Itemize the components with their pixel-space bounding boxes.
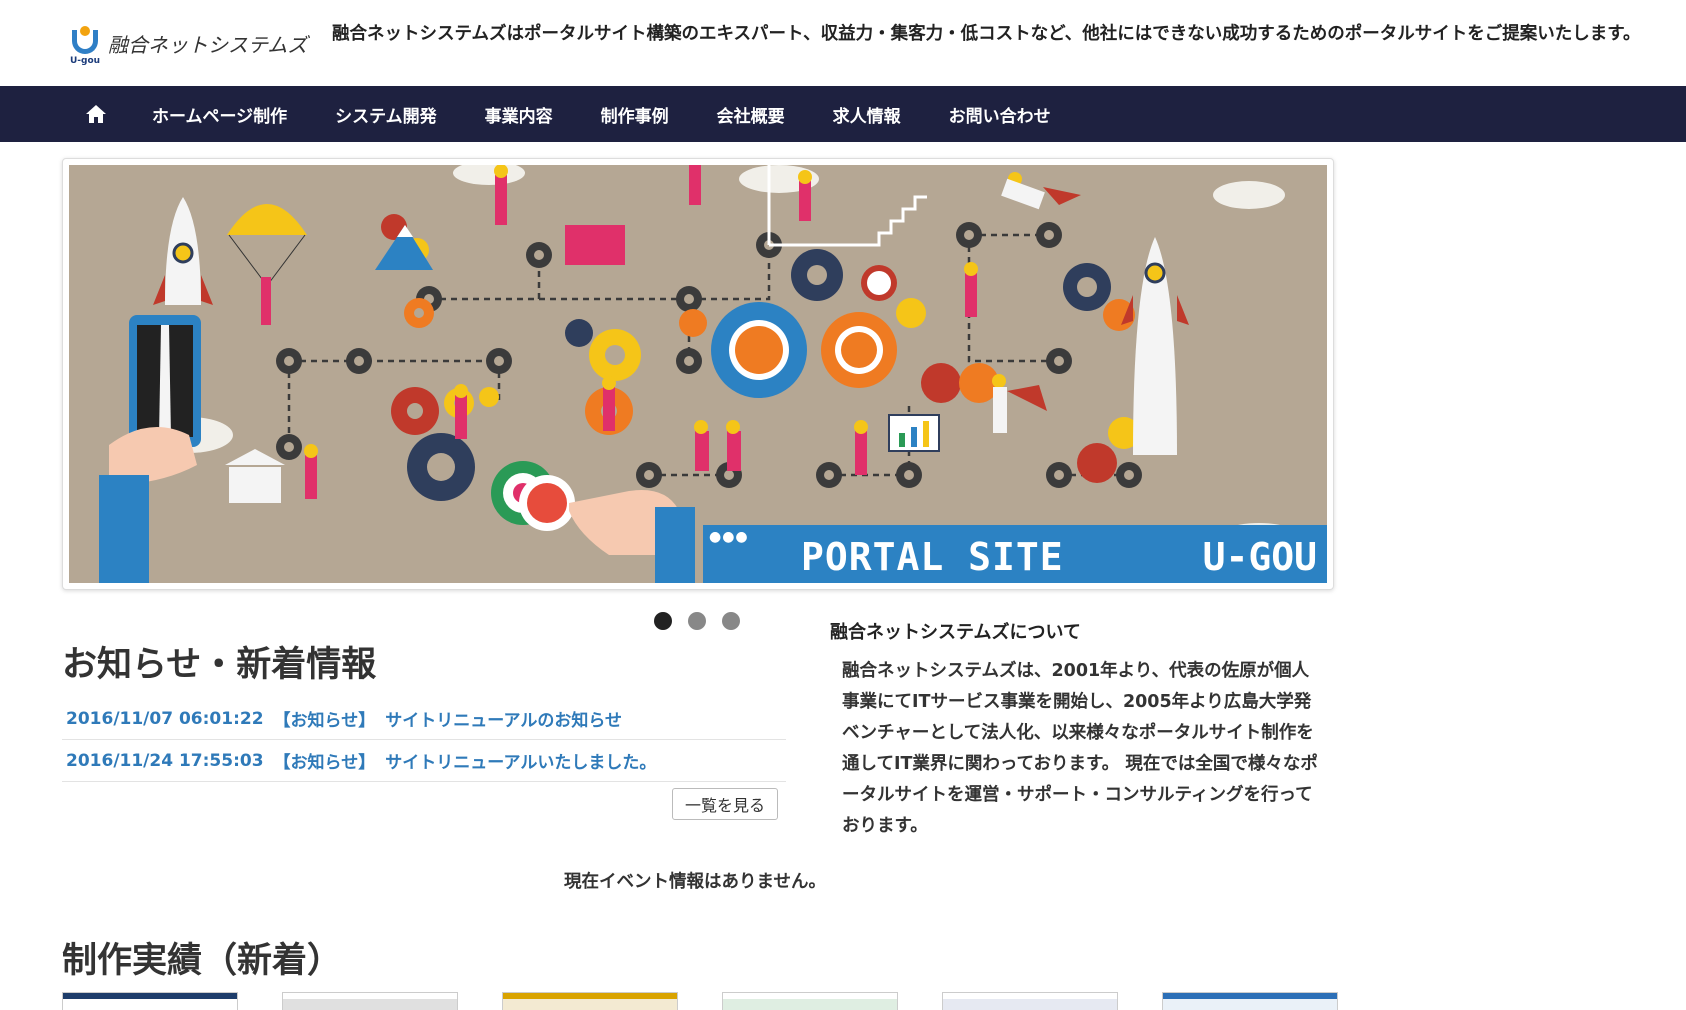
logo-mark-icon: U-gou [70, 26, 100, 68]
news-date: 2016/11/24 17:55:03 [66, 750, 264, 771]
slider-dot-1[interactable] [654, 612, 672, 630]
works-thumbnails [62, 992, 1338, 1010]
works-title: 制作実績（新着） [62, 941, 343, 981]
about-body: 融合ネットシステムズは、2001年より、代表の佐原が個人事業にてITサービス事業… [842, 661, 1318, 836]
nav-item-works[interactable]: 制作事例 [601, 102, 669, 127]
news-text: サイトリニューアルのお知らせ [385, 711, 623, 731]
nav-item-system[interactable]: システム開発 [335, 102, 437, 127]
news-category: 【お知らせ】 [273, 711, 376, 731]
news-list: 2016/11/07 06:01:22 【お知らせ】 サイトリニューアルのお知ら… [62, 698, 786, 782]
nav-item-recruit[interactable]: 求人情報 [833, 102, 901, 127]
news-item[interactable]: 2016/11/24 17:55:03 【お知らせ】 サイトリニューアルいたしま… [62, 740, 786, 782]
hero-illustration [99, 165, 1309, 583]
work-thumb-1[interactable] [62, 992, 238, 1010]
about-heading: 融合ネットシステムズについて [830, 622, 1081, 643]
news-item[interactable]: 2016/11/07 06:01:22 【お知らせ】 サイトリニューアルのお知ら… [62, 698, 786, 740]
nav-item-homepage[interactable]: ホームページ制作 [152, 102, 287, 127]
header-tagline: 融合ネットシステムズはポータルサイト構築のエキスパート、収益力・集客力・低コスト… [332, 24, 1641, 44]
logo-text: 融合ネットシステムズ [108, 33, 308, 57]
nav-item-business[interactable]: 事業内容 [485, 102, 553, 127]
banner-brand: U-GOU [1202, 535, 1317, 579]
news-text: サイトリニューアルいたしました。 [385, 753, 657, 773]
site-header: U-gou 融合ネットシステムズ 融合ネットシステムズはポータルサイト構築のエキ… [0, 0, 1686, 86]
main-nav: ホームページ制作 システム開発 事業内容 制作事例 会社概要 求人情報 お問い合… [0, 86, 1686, 142]
work-thumb-4[interactable] [722, 992, 898, 1010]
news-category: 【お知らせ】 [273, 753, 376, 773]
hero-slider[interactable]: ●●● PORTAL SITE U-GOU [62, 158, 1334, 590]
news-title: お知らせ・新着情報 [62, 645, 377, 685]
home-icon[interactable] [84, 102, 108, 126]
logo-sub-text: U-gou [70, 56, 101, 66]
portal-banner: ●●● PORTAL SITE U-GOU [703, 525, 1327, 583]
nav-item-contact[interactable]: お問い合わせ [949, 102, 1051, 127]
work-thumb-6[interactable] [1162, 992, 1338, 1010]
event-empty-text: 現在イベント情報はありません。 [564, 872, 826, 892]
nav-item-company[interactable]: 会社概要 [717, 102, 785, 127]
slider-dot-2[interactable] [688, 612, 706, 630]
news-date: 2016/11/07 06:01:22 [66, 708, 264, 729]
work-thumb-5[interactable] [942, 992, 1118, 1010]
work-thumb-3[interactable] [502, 992, 678, 1010]
banner-title: PORTAL SITE [801, 535, 1064, 579]
hero-slide: ●●● PORTAL SITE U-GOU [69, 165, 1327, 583]
site-logo[interactable]: U-gou 融合ネットシステムズ [70, 26, 307, 68]
news-more-button[interactable]: 一覧を見る [672, 788, 778, 820]
banner-dots: ●●● [709, 529, 749, 545]
work-thumb-2[interactable] [282, 992, 458, 1010]
slider-dot-3[interactable] [722, 612, 740, 630]
slider-pager [654, 612, 740, 630]
